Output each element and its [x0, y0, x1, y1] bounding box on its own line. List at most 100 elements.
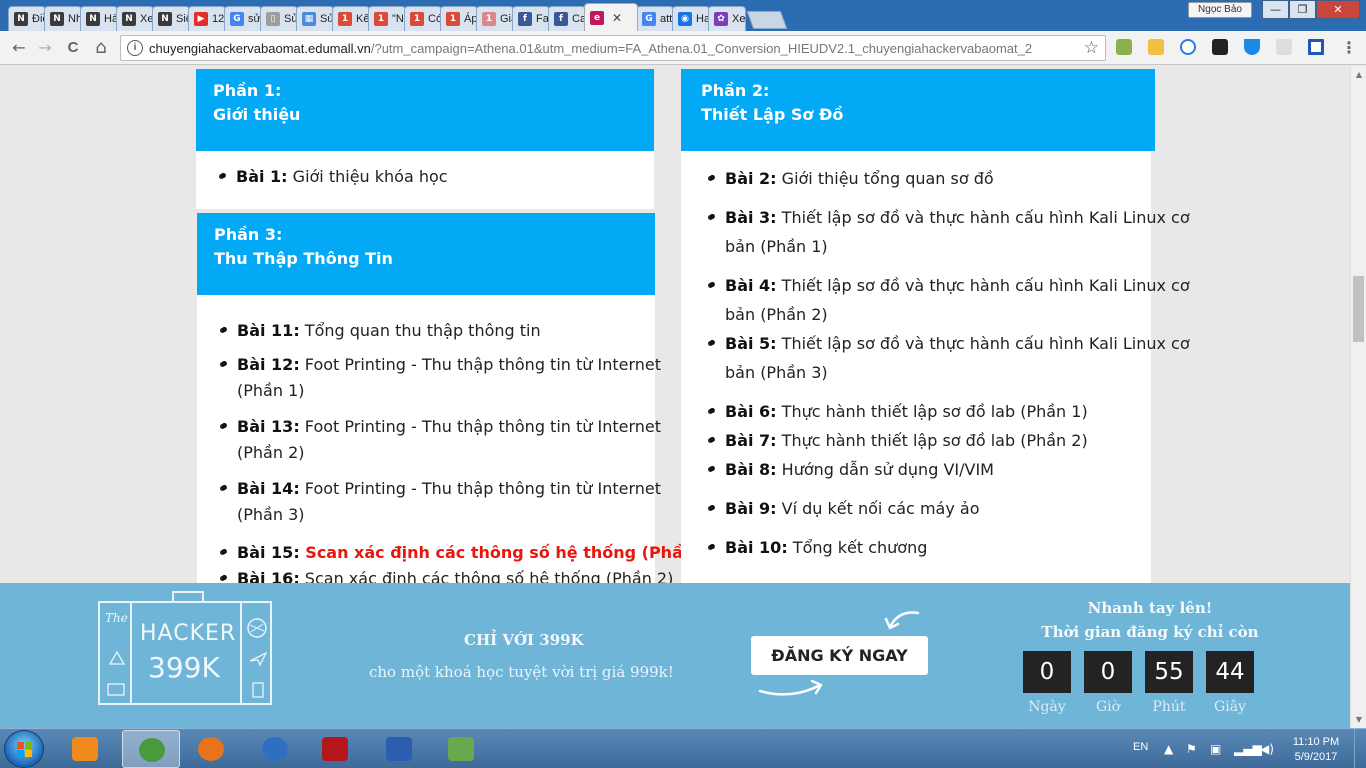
- browser-tab[interactable]: 1 Có: [404, 6, 442, 31]
- taskbar-app-chrome[interactable]: [122, 730, 180, 768]
- browser-tab[interactable]: 1 Kế: [332, 6, 370, 31]
- browser-tab[interactable]: NĐiề: [8, 6, 46, 31]
- lesson-item[interactable]: Bài 9: Ví dụ kết nối các máy ảo: [707, 494, 980, 523]
- section-title: Thu Thập Thông Tin: [214, 249, 393, 268]
- browser-tab[interactable]: 1"Ng: [368, 6, 406, 31]
- browser-tab[interactable]: NSiê: [152, 6, 190, 31]
- url-text[interactable]: chuyengiahackervabaomat.edumall.vn/?utm_…: [149, 41, 1032, 56]
- extension-icon-4[interactable]: [1212, 39, 1228, 55]
- tab-favicon-icon: N: [122, 12, 136, 26]
- reload-icon[interactable]: C: [62, 37, 84, 59]
- volume-icon[interactable]: ◀): [1260, 742, 1274, 756]
- lesson-item[interactable]: Bài 13: Foot Printing - Thu thập thông t…: [219, 414, 661, 466]
- browser-tab[interactable]: ◉Hac: [672, 6, 710, 31]
- countdown-days: 0: [1023, 651, 1071, 693]
- lesson-item[interactable]: Bài 10: Tổng kết chương: [707, 533, 927, 562]
- page-scrollbar[interactable]: ▲ ▼: [1350, 66, 1366, 728]
- site-info-icon[interactable]: i: [127, 40, 143, 56]
- browser-tab[interactable]: N Nh: [44, 6, 82, 31]
- lesson-item[interactable]: Bài 4: Thiết lập sơ đồ và thực hành cấu …: [707, 271, 1190, 329]
- extension-icon-1[interactable]: [1116, 39, 1132, 55]
- tab-favicon-icon: f: [554, 12, 568, 26]
- tab-favicon-icon: e: [590, 10, 604, 25]
- url-path: /?utm_campaign=Athena.01&utm_medium=FA_A…: [370, 41, 1033, 56]
- usb-device-icon[interactable]: ▣: [1210, 742, 1221, 756]
- lesson-item-highlighted[interactable]: Bài 15: Scan xác định các thông số hệ th…: [219, 538, 718, 567]
- network-signal-icon[interactable]: ▂▄▆: [1234, 742, 1262, 756]
- browser-tab[interactable]: ✿ Xer: [708, 6, 746, 31]
- taskbar-app-media-player[interactable]: [56, 730, 114, 768]
- browser-tab[interactable]: 1 Áp: [440, 6, 478, 31]
- browser-tab[interactable]: N Xe: [116, 6, 154, 31]
- minimize-button[interactable]: —: [1262, 0, 1289, 19]
- extension-icon-5[interactable]: [1244, 39, 1260, 55]
- tab-favicon-icon: 1: [482, 12, 496, 26]
- new-tab-button[interactable]: [746, 11, 788, 29]
- tab-favicon-icon: G: [230, 12, 244, 26]
- language-indicator[interactable]: EN: [1133, 741, 1148, 753]
- lesson-item[interactable]: Bài 3: Thiết lập sơ đồ và thực hành cấu …: [707, 203, 1190, 261]
- browser-tab[interactable]: 1Giả: [476, 6, 514, 31]
- promo-title: CHỈ VỚI 399K: [464, 631, 584, 649]
- scroll-thumb[interactable]: [1353, 276, 1364, 342]
- curved-arrow-icon: [758, 679, 823, 696]
- countdown-hours: 0: [1084, 651, 1132, 693]
- taskbar-app-thunderbird[interactable]: [246, 730, 304, 768]
- taskbar-app-notepad-chart[interactable]: [432, 730, 490, 768]
- globe-icon: [247, 618, 267, 638]
- show-desktop-button[interactable]: [1354, 729, 1366, 768]
- system-clock[interactable]: 11:10 PM 5/9/2017: [1284, 735, 1348, 765]
- lesson-item[interactable]: Bài 11: Tổng quan thu thập thông tin: [219, 316, 541, 345]
- scroll-up-icon[interactable]: ▲: [1354, 70, 1364, 79]
- action-center-flag-icon[interactable]: ⚑: [1186, 742, 1197, 756]
- lesson-item[interactable]: Bài 14: Foot Printing - Thu thập thông t…: [219, 476, 661, 528]
- address-bar[interactable]: i chuyengiahackervabaomat.edumall.vn/?ut…: [120, 35, 1106, 61]
- tab-favicon-icon: 1: [446, 12, 460, 26]
- scroll-down-icon[interactable]: ▼: [1354, 715, 1364, 724]
- lesson-item[interactable]: Bài 8: Hướng dẫn sử dụng VI/VIM: [707, 455, 994, 484]
- logo-divider: [240, 603, 242, 703]
- tab-favicon-icon: ▶: [194, 12, 208, 26]
- window-controls: — ❐ ✕: [1262, 0, 1360, 19]
- countdown-minutes-label: Phút: [1152, 699, 1186, 715]
- start-button[interactable]: [4, 730, 44, 768]
- section-header-2: Phần 2: Thiết Lập Sơ Đồ: [681, 69, 1155, 151]
- lesson-item[interactable]: Bài 7: Thực hành thiết lập sơ đồ lab (Ph…: [707, 426, 1088, 455]
- lesson-item[interactable]: Bài 12: Foot Printing - Thu thập thông t…: [219, 352, 661, 404]
- chrome-icon: [139, 738, 165, 762]
- extension-icon-7[interactable]: [1308, 39, 1324, 55]
- menu-icon[interactable]: ⋮: [1338, 37, 1360, 59]
- notepad-chart-icon: [448, 737, 474, 761]
- tab-favicon-icon: N: [86, 12, 100, 26]
- browser-tab[interactable]: ▦Sửa: [296, 6, 334, 31]
- browser-tab[interactable]: Gsửa: [224, 6, 262, 31]
- media-player-icon: [72, 737, 98, 761]
- browser-tab[interactable]: ▯Sửa: [260, 6, 298, 31]
- browser-tab[interactable]: N Hà: [80, 6, 118, 31]
- tray-expand-icon[interactable]: ▲: [1164, 742, 1173, 756]
- taskbar-app-word[interactable]: [370, 730, 428, 768]
- close-window-button[interactable]: ✕: [1316, 0, 1360, 19]
- extension-icon-6[interactable]: [1276, 39, 1292, 55]
- extension-icon-2[interactable]: [1148, 39, 1164, 55]
- browser-tab[interactable]: ▶ 12/: [188, 6, 226, 31]
- profile-button[interactable]: Ngọc Bảo: [1188, 2, 1252, 18]
- lesson-item[interactable]: Bài 5: Thiết lập sơ đồ và thực hành cấu …: [707, 329, 1190, 387]
- lesson-item[interactable]: Bài 2: Giới thiệu tổng quan sơ đồ: [707, 164, 994, 193]
- lesson-item[interactable]: Bài 1: Giới thiệu khóa học: [218, 162, 448, 191]
- back-icon[interactable]: ←: [8, 37, 30, 59]
- maximize-button[interactable]: ❐: [1289, 0, 1316, 19]
- taskbar-app-acrobat[interactable]: [306, 730, 364, 768]
- bookmark-star-icon[interactable]: ☆: [1084, 38, 1099, 58]
- register-now-button[interactable]: ĐĂNG KÝ NGAY: [751, 636, 928, 675]
- browser-tab[interactable]: Gatta: [636, 6, 674, 31]
- extension-icon-3[interactable]: [1180, 39, 1196, 55]
- browser-tab[interactable]: e ✕: [584, 3, 638, 31]
- lesson-item[interactable]: Bài 6: Thực hành thiết lập sơ đồ lab (Ph…: [707, 397, 1088, 426]
- browser-tab[interactable]: fFac: [512, 6, 550, 31]
- home-icon[interactable]: ⌂: [90, 37, 112, 59]
- tab-close-icon[interactable]: ✕: [612, 11, 622, 25]
- browser-tab[interactable]: fCal: [548, 6, 586, 31]
- forward-icon[interactable]: →: [34, 37, 56, 59]
- taskbar-app-firefox[interactable]: [182, 730, 240, 768]
